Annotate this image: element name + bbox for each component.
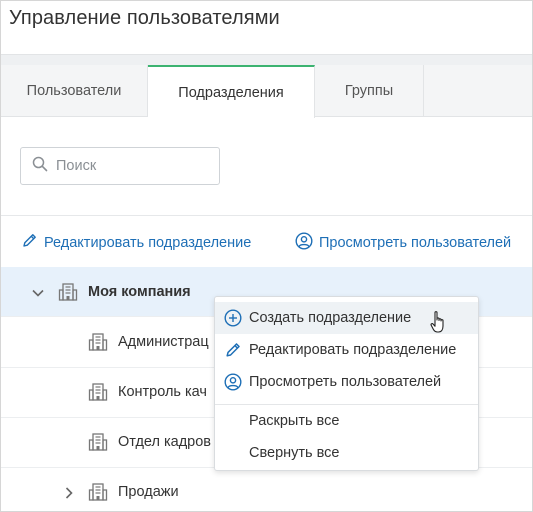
pencil-icon [21, 232, 44, 253]
building-icon [88, 432, 108, 456]
toolbar: Редактировать подразделение Просмотреть … [1, 215, 532, 267]
tab-departments[interactable]: Подразделения [148, 65, 315, 118]
view-users-button[interactable]: Просмотреть пользователей [295, 232, 511, 254]
menu-item-label: Редактировать подразделение [249, 342, 457, 358]
plus-circle-icon [224, 309, 242, 327]
menu-item-label: Создать подразделение [249, 310, 412, 326]
tree-item-label: Отдел кадров [118, 434, 211, 450]
building-icon [88, 382, 108, 406]
edit-department-button[interactable]: Редактировать подразделение [21, 232, 251, 253]
tree-item-label: Продажи [118, 484, 179, 500]
hand-cursor-icon [430, 310, 448, 339]
building-icon [88, 482, 108, 506]
user-circle-icon [224, 373, 242, 391]
menu-item-view-users[interactable]: Просмотреть пользователей [215, 366, 478, 398]
app-window: Управление пользователями Пользователи П… [0, 0, 533, 512]
edit-department-label: Редактировать подразделение [44, 234, 252, 251]
tree-row[interactable]: Продажи [1, 468, 532, 511]
menu-item-expand-all[interactable]: Раскрыть все [215, 405, 478, 437]
tree-item-label: Администрац [118, 334, 209, 350]
tab-users[interactable]: Пользователи [1, 65, 148, 117]
view-users-label: Просмотреть пользователей [319, 235, 512, 251]
chevron-right-icon[interactable] [62, 486, 76, 500]
tree-item-label: Контроль кач [118, 384, 207, 400]
menu-item-collapse-all[interactable]: Свернуть все [215, 437, 478, 469]
tab-groups[interactable]: Группы [315, 65, 424, 117]
search-icon [21, 156, 48, 177]
pencil-icon [224, 341, 242, 359]
chevron-down-icon[interactable] [31, 286, 45, 300]
building-icon [88, 332, 108, 356]
building-icon [58, 282, 78, 306]
search-box[interactable] [20, 147, 220, 185]
menu-item-label: Раскрыть все [249, 413, 340, 429]
tab-bar: Пользователи Подразделения Группы [1, 65, 532, 118]
search-input[interactable] [56, 158, 206, 174]
tree-item-label: Моя компания [88, 284, 191, 300]
menu-item-label: Свернуть все [249, 445, 340, 461]
menu-item-label: Просмотреть пользователей [249, 374, 442, 390]
page-title: Управление пользователями [9, 7, 280, 29]
user-circle-icon [295, 232, 319, 254]
